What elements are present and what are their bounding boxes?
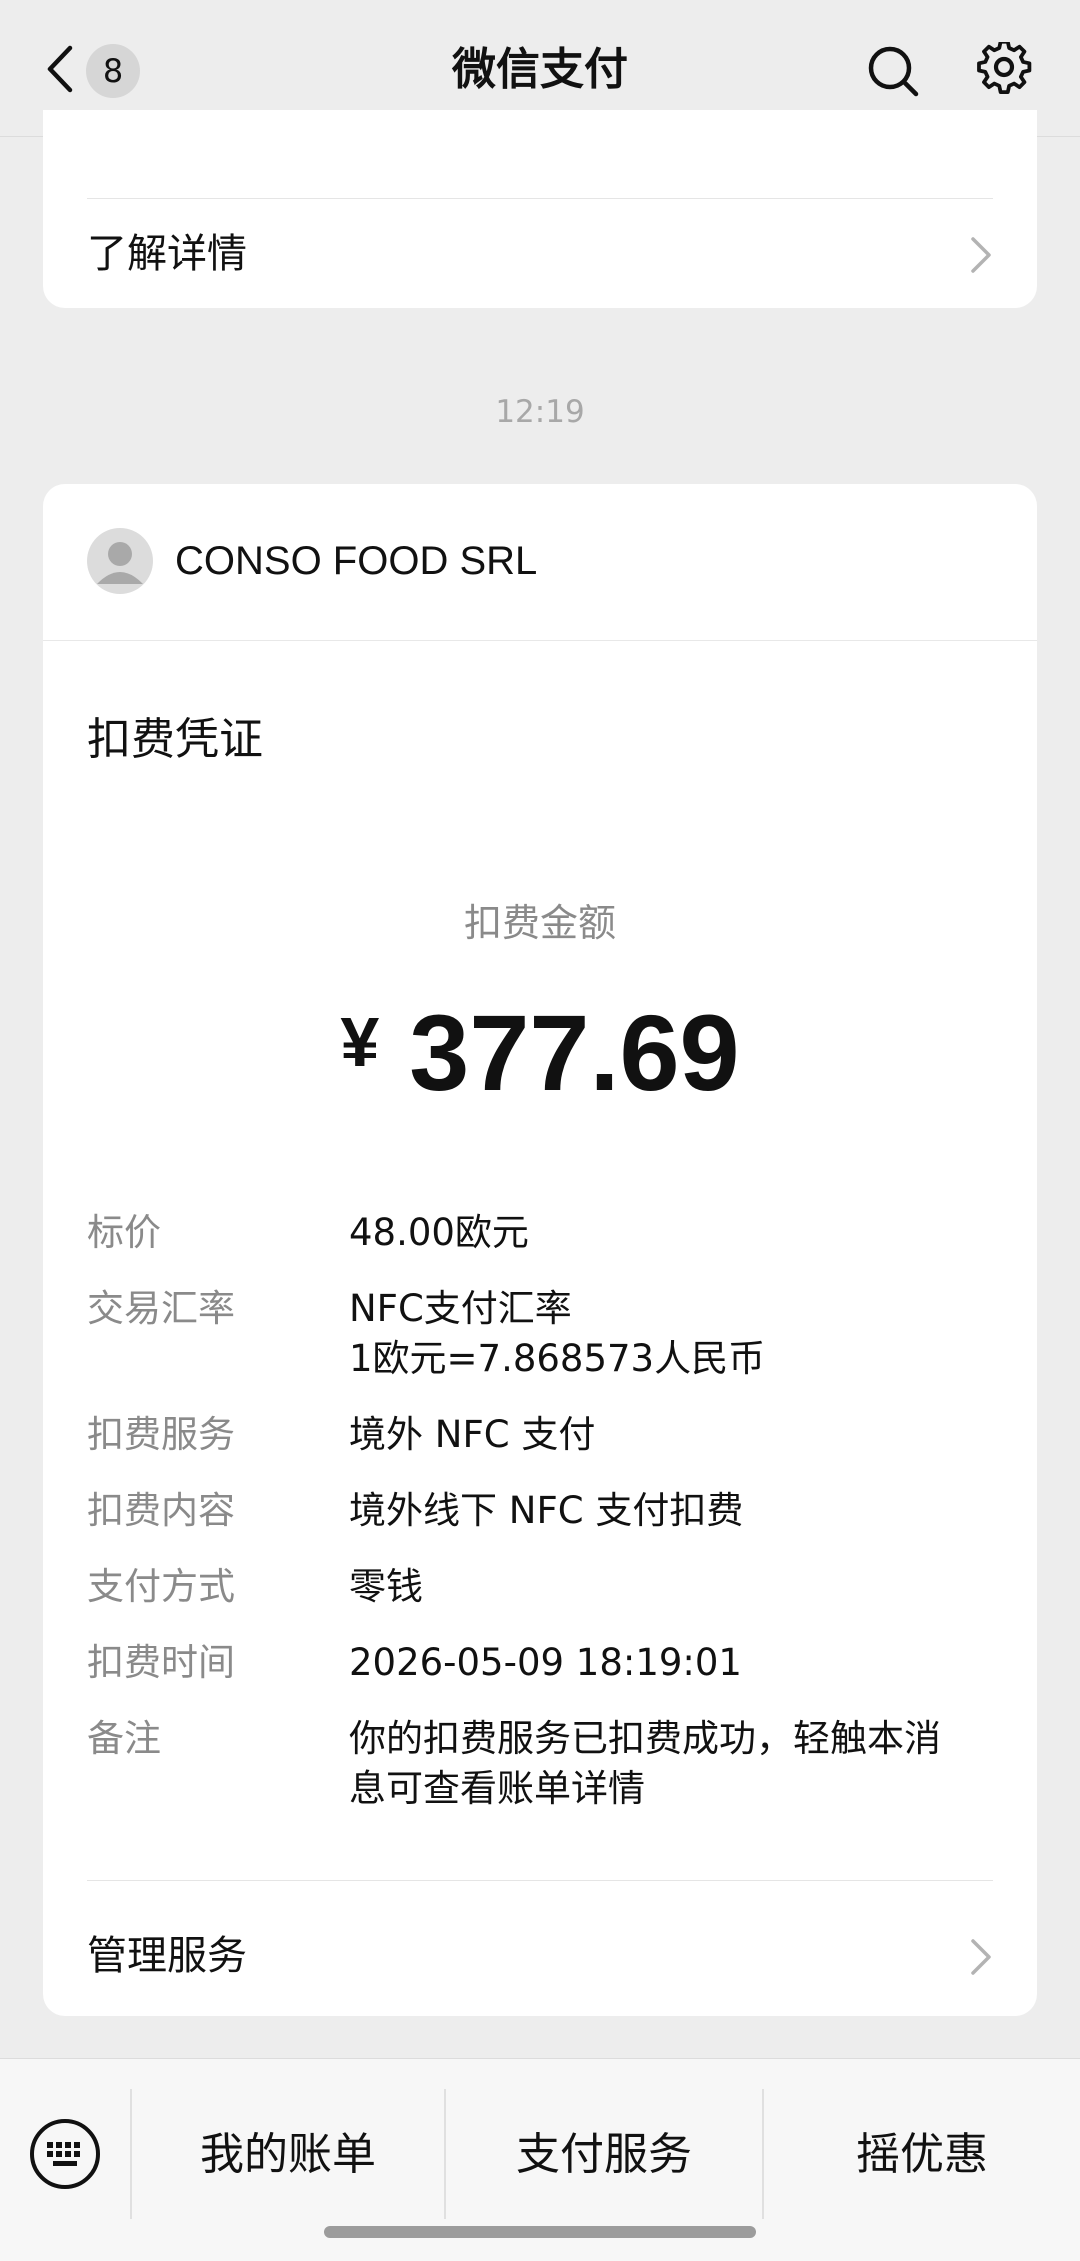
detail-value: 你的扣费服务已扣费成功，轻触本消 息可查看账单详情 [349, 1717, 941, 1810]
detail-row: 备注 你的扣费服务已扣费成功，轻触本消 息可查看账单详情 [87, 1714, 993, 1814]
detail-row: 扣费服务 境外 NFC 支付 [87, 1410, 993, 1460]
amount-value: 377.69 [409, 992, 740, 1113]
previous-message-card: 了解详情 [43, 110, 1037, 308]
divider [43, 640, 1037, 641]
learn-more-row[interactable]: 了解详情 [87, 214, 993, 294]
currency-symbol: ¥ [340, 1003, 380, 1081]
amount-label: 扣费金额 [463, 901, 616, 945]
manage-service-row[interactable]: 管理服务 [87, 1916, 993, 1996]
chevron-right-icon [971, 237, 991, 273]
menu-my-bills[interactable]: 我的账单 [132, 2105, 444, 2205]
detail-row: 交易汇率 NFC支付汇率 1欧元=7.868573人民币 [87, 1284, 993, 1384]
detail-row: 标价 48.00欧元 [87, 1208, 993, 1258]
merchant-name: CONSO FOOD SRL [175, 539, 538, 583]
menu-payment-services[interactable]: 支付服务 [446, 2105, 762, 2205]
receipt-card[interactable]: CONSO FOOD SRL 扣费凭证 扣费金额 ¥377.69 标价 48.0… [43, 484, 1037, 2016]
search-icon[interactable] [866, 44, 920, 98]
detail-value: 境外 NFC 支付 [349, 1413, 596, 1456]
receipt-title: 扣费凭证 [87, 714, 263, 765]
detail-value: 零钱 [349, 1565, 423, 1608]
detail-label: 交易汇率 [87, 1287, 235, 1330]
merchant-header[interactable]: CONSO FOOD SRL [87, 528, 993, 594]
menu-shake-offers[interactable]: 摇优惠 [764, 2105, 1080, 2205]
detail-label: 扣费内容 [87, 1489, 235, 1532]
chevron-right-icon [971, 1939, 991, 1975]
detail-label: 支付方式 [87, 1565, 235, 1608]
detail-value: NFC支付汇率 1欧元=7.868573人民币 [349, 1287, 766, 1380]
detail-label: 扣费服务 [87, 1413, 235, 1456]
detail-value: 境外线下 NFC 支付扣费 [349, 1489, 744, 1532]
manage-service-label: 管理服务 [87, 1933, 247, 1979]
message-timestamp: 12:19 [495, 394, 585, 430]
gear-icon[interactable] [976, 42, 1032, 98]
detail-row: 扣费内容 境外线下 NFC 支付扣费 [87, 1486, 993, 1536]
detail-label: 扣费时间 [87, 1641, 235, 1684]
detail-label: 备注 [87, 1717, 161, 1760]
detail-row: 支付方式 零钱 [87, 1562, 993, 1612]
learn-more-label: 了解详情 [87, 231, 247, 277]
detail-row: 扣费时间 2026-05-09 18:19:01 [87, 1638, 993, 1688]
detail-value: 48.00欧元 [349, 1211, 529, 1254]
divider [87, 1880, 993, 1881]
detail-value: 2026-05-09 18:19:01 [349, 1641, 742, 1684]
home-indicator[interactable] [324, 2226, 756, 2238]
keyboard-icon[interactable] [28, 2117, 102, 2191]
amount: ¥377.69 [43, 982, 1037, 1113]
detail-list: 标价 48.00欧元 交易汇率 NFC支付汇率 1欧元=7.868573人民币 … [87, 1208, 993, 1840]
detail-label: 标价 [87, 1211, 161, 1254]
avatar-icon [87, 528, 153, 594]
divider [87, 198, 993, 199]
